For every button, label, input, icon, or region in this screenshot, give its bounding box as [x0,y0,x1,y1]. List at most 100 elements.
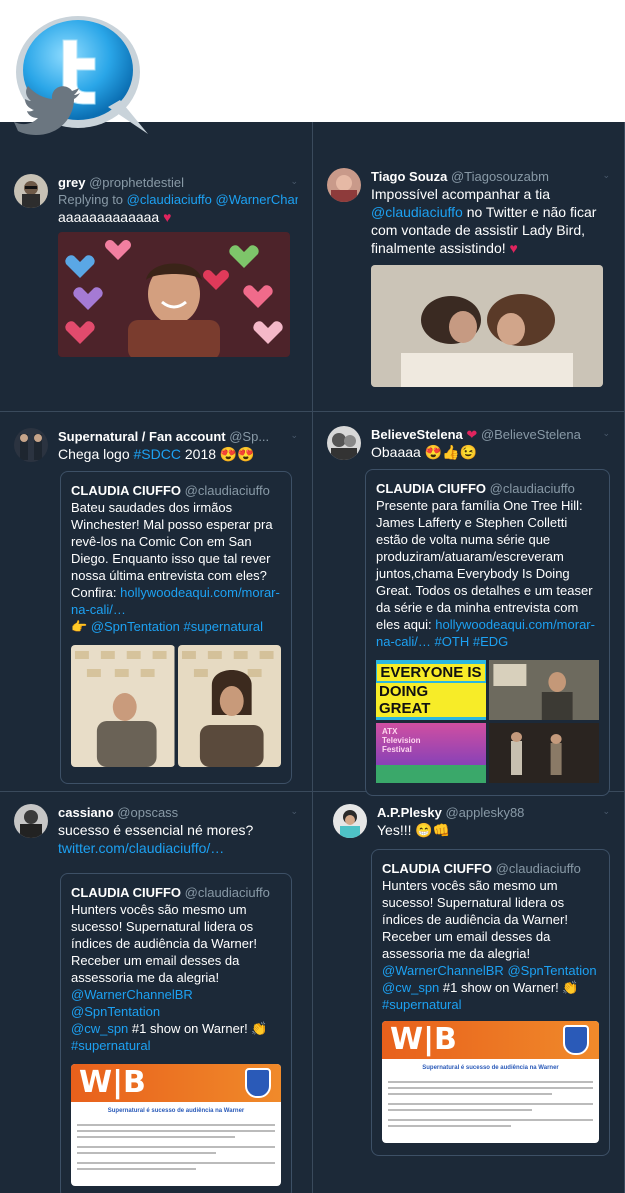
hashtag-link[interactable]: #supernatural [184,619,264,634]
user-handle[interactable]: @prophetdestiel [89,175,184,190]
clap-emoji: 👏 [251,1021,268,1036]
user-handle[interactable]: @BelieveStelena [481,427,581,442]
mention-link[interactable]: @cw_spn [71,1021,128,1036]
tweet-text: Impossível acompanhar a tia [371,186,550,202]
reply-mentions[interactable]: @claudiaciuffo @WarnerChann... [127,192,298,207]
interview-photo[interactable] [489,660,599,720]
user-handle[interactable]: @Tiagosouzabm [451,169,549,184]
tweet-card[interactable]: ⌄ BelieveStelena ❤ @BelieveStelena Obaaa… [313,412,625,796]
reaction-emoji: 😍👍😉 [424,444,478,460]
quoted-document-image[interactable]: W|B Supernatural é sucesso de audiência … [382,1021,599,1143]
user-handle[interactable]: @opscass [117,805,178,820]
tweet-card[interactable]: ⌄ cassiano @opscass sucesso é essencial … [0,792,313,1193]
quoted-user-name[interactable]: CLAUDIA CIUFFO [71,483,181,498]
quoted-text-cont: #1 show on Warner! [131,1021,248,1036]
quoted-user-handle[interactable]: @claudiaciuffo [490,481,575,496]
user-handle[interactable]: @applesky88 [445,805,524,820]
doc-body-lines [77,1120,275,1180]
hashtag-link[interactable]: #SDCC [134,446,181,462]
reaction-emoji: 😁👊 [415,822,451,838]
quoted-user-name[interactable]: CLAUDIA CIUFFO [71,885,181,900]
quoted-user-handle[interactable]: @claudiaciuffo [185,483,270,498]
heart-emoji: ♥ [163,209,172,225]
hashtag-link[interactable]: #EDG [473,634,508,649]
mention-link[interactable]: @cw_spn [382,980,439,995]
chevron-down-icon[interactable]: ⌄ [602,428,610,439]
mention-link[interactable]: @SpnTentation [91,619,180,634]
quoted-text-cont: #1 show on Warner! [442,980,559,995]
user-name[interactable]: BelieveStelena [371,427,463,442]
stage-photo[interactable] [489,723,599,783]
quoted-tweet[interactable]: CLAUDIA CIUFFO @claudiaciuffo Presente p… [365,469,610,796]
avatar[interactable] [327,168,361,202]
festival-image[interactable]: ATX Television Festival [376,723,486,783]
quoted-document-image[interactable]: W|B Supernatural é sucesso de audiência … [71,1064,281,1186]
wb-shield-icon [563,1025,589,1055]
user-name[interactable]: cassiano [58,805,114,820]
poster-title-line1: EVERYONE IS [377,663,485,681]
tweet-link[interactable]: twitter.com/claudiaciuffo/… [58,840,224,856]
quoted-text: Presente para família One Tree Hill: Jam… [376,498,593,632]
tweet-media-photo[interactable] [371,265,603,387]
tweet-card[interactable]: ⌄ Supernatural / Fan account @Sp... Cheg… [0,412,313,792]
hashtag-link[interactable]: #supernatural [382,997,462,1012]
user-handle[interactable]: @Sp... [229,429,269,444]
quoted-user-handle[interactable]: @claudiaciuffo [496,861,581,876]
mention-link[interactable]: @WarnerChannelBR [71,987,193,1002]
quoted-user-name[interactable]: CLAUDIA CIUFFO [382,861,492,876]
chevron-down-icon[interactable]: ⌄ [602,806,610,817]
tweet-text: Yes!!! [377,822,412,838]
mention-link[interactable]: @SpnTentation [507,963,596,978]
avatar[interactable] [14,428,48,462]
mention-link[interactable]: @claudiaciuffo [371,204,463,220]
quoted-media-grid[interactable]: EVERYONE IS DOING GREAT ATX Television F… [376,660,599,783]
user-name[interactable]: Tiago Souza [371,169,447,184]
quoted-media-grid[interactable] [71,645,281,767]
quoted-text: Hunters vocês são mesmo um sucesso! Supe… [382,878,568,961]
user-name[interactable]: grey [58,175,85,190]
quoted-photo[interactable] [177,645,281,767]
quoted-photo[interactable] [71,645,175,767]
avatar[interactable] [14,804,48,838]
tweet-media-gif[interactable] [58,232,290,357]
doc-body-lines [388,1077,593,1137]
wb-banner-letters: W|B [390,1022,457,1057]
chevron-down-icon[interactable]: ⌄ [290,806,298,817]
mention-link[interactable]: @WarnerChannelBR [382,963,504,978]
pointing-hand-emoji: 👉 [71,619,88,634]
poster-image[interactable]: EVERYONE IS DOING GREAT [376,660,486,720]
quoted-tweet[interactable]: CLAUDIA CIUFFO @claudiaciuffo Hunters vo… [60,873,292,1193]
tweet-card[interactable]: ⌄ A.P.Plesky @applesky88 Yes!!! 😁👊 CLAUD… [313,792,625,1193]
quoted-user-name[interactable]: CLAUDIA CIUFFO [376,481,486,496]
chevron-down-icon[interactable]: ⌄ [290,430,298,441]
chevron-down-icon[interactable]: ⌄ [602,170,610,181]
avatar[interactable] [333,804,367,838]
heart-eyes-emoji: 😍😍 [219,446,255,462]
tweet-card[interactable]: ⌄ grey @prophetdestiel Replying to @clau… [0,122,313,412]
quoted-tweet[interactable]: CLAUDIA CIUFFO @claudiaciuffo Hunters vo… [371,849,610,1156]
mention-link[interactable]: @SpnTentation [71,1004,160,1019]
user-name[interactable]: Supernatural / Fan account [58,429,226,444]
twitter-logo-icon [8,12,158,140]
tweet-text-cont: 2018 [184,446,217,462]
poster-title-line2: DOING GREAT [376,682,486,717]
tweet-text: aaaaaaaaaaaaa [58,209,160,225]
hashtag-link[interactable]: #OTH [435,634,470,649]
quoted-tweet[interactable]: CLAUDIA CIUFFO @claudiaciuffo Bateu saud… [60,471,292,784]
chevron-down-icon[interactable]: ⌄ [290,176,298,187]
avatar[interactable] [14,174,48,208]
clap-emoji: 👏 [562,980,579,995]
tweet-text: sucesso é essencial né mores? [58,822,254,838]
heart-emoji: ♥ [509,240,518,256]
user-name[interactable]: A.P.Plesky [377,805,442,820]
tweet-text: Chega logo [58,446,130,462]
quoted-user-handle[interactable]: @claudiaciuffo [185,885,270,900]
tweet-card[interactable]: ⌄ Tiago Souza @Tiagosouzabm Impossível a… [313,122,625,412]
heart-icon: ❤ [466,427,478,442]
tweet-text: Obaaaa [371,444,421,460]
festival-line3: Festival [382,745,412,754]
quoted-text: Hunters vocês são mesmo um sucesso! Supe… [71,902,257,985]
tweet-grid: ⌄ grey @prophetdestiel Replying to @clau… [0,122,625,1193]
avatar[interactable] [327,426,361,460]
hashtag-link[interactable]: #supernatural [71,1038,151,1053]
